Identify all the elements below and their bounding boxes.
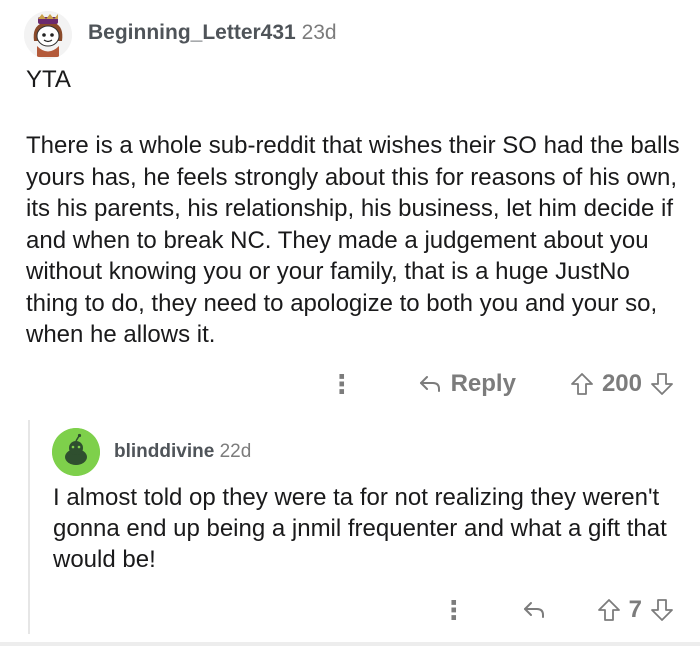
downvote-arrow-icon[interactable] (650, 372, 674, 396)
vote-controls: 7 (597, 596, 674, 624)
vote-controls: 200 (570, 370, 674, 398)
vote-score: 200 (601, 370, 642, 397)
username[interactable]: Beginning_Letter431 (88, 21, 296, 44)
comment-header: Beginning_Letter431 23d (24, 10, 337, 60)
comment-meta: blinddivine 22d (114, 441, 251, 463)
reply-arrow-icon (419, 376, 440, 392)
upvote-arrow-icon[interactable] (570, 372, 594, 396)
comment-body: There is a whole sub-reddit that wishes … (26, 132, 680, 348)
avatar[interactable] (24, 11, 72, 59)
downvote-arrow-icon[interactable] (650, 598, 674, 622)
comment-age: 22d (219, 441, 252, 462)
more-options-icon[interactable]: ⋮ (329, 371, 355, 397)
avatar-image (24, 11, 72, 59)
more-options-icon[interactable]: ⋮ (441, 597, 467, 623)
comment-body: I almost told op they were ta for not re… (53, 484, 667, 573)
reply-arrow-icon (523, 602, 544, 618)
thread-line[interactable] (28, 420, 30, 634)
comment-actions: ⋮ Reply 200 (329, 364, 674, 404)
username[interactable]: blinddivine (114, 441, 214, 462)
comment-header: blinddivine 22d (52, 428, 251, 476)
comment-text-verdict: YTA (26, 66, 71, 93)
reply-button[interactable]: Reply (419, 370, 516, 398)
reply-label: Reply (450, 370, 516, 397)
avatar[interactable] (52, 428, 100, 476)
upvote-arrow-icon[interactable] (597, 598, 621, 622)
comment-age: 23d (301, 21, 337, 44)
avatar-image (52, 428, 100, 476)
comment-meta: Beginning_Letter431 23d (88, 21, 337, 45)
reply-button[interactable] (523, 601, 545, 619)
vote-score: 7 (628, 596, 642, 623)
comment-actions: ⋮ 7 (441, 592, 674, 628)
bottom-divider (0, 642, 700, 646)
